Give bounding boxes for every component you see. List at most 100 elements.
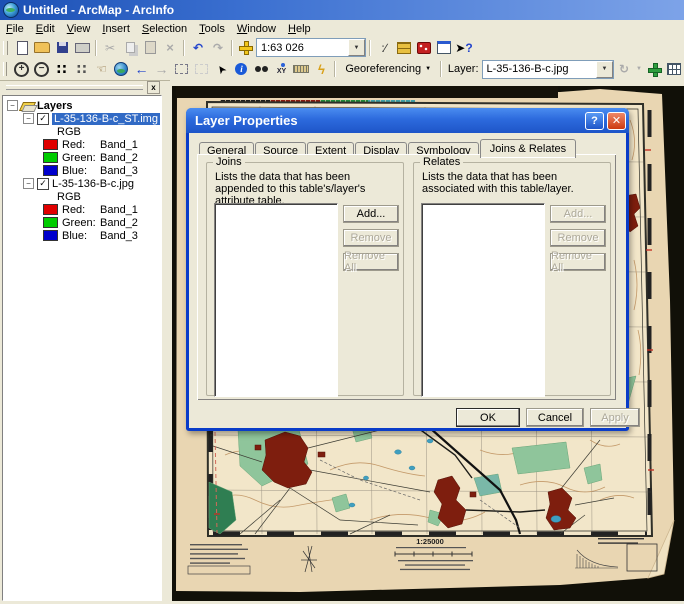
pan-button[interactable]: ☜ [91,60,111,78]
menu-selection[interactable]: Selection [136,22,193,36]
clear-selection-icon [195,64,208,74]
scan-black-band-top [176,86,558,98]
new-document-button[interactable] [12,39,32,57]
toolbar-grip[interactable] [3,41,8,55]
menu-help[interactable]: Help [282,22,317,36]
fixed-zoom-in-button[interactable]: ∷ [51,60,71,78]
pan-hand-icon: ☜ [96,62,107,76]
cut-button[interactable]: ✂ [100,39,120,57]
collapse-icon[interactable]: − [7,100,18,111]
go-to-xy-icon: XY [277,64,286,75]
dialog-titlebar[interactable]: Layer Properties ? ✕ [186,108,629,133]
collapse-icon[interactable]: − [23,113,34,124]
zoom-in-button[interactable]: + [11,60,31,78]
menu-insert[interactable]: Insert [96,22,136,36]
menu-window[interactable]: Window [231,22,282,36]
toc-layer-name[interactable]: L-35-136-B-c.jpg [52,178,134,190]
joins-remove-all-button[interactable]: Remove All [343,253,399,271]
layers-stack-icon [21,101,34,111]
select-features-button[interactable] [171,60,191,78]
relates-group-label: Relates [420,156,463,168]
band-label: Blue: [62,230,100,242]
toc-layer-row[interactable]: − ✓ L-35-136-B-c.jpg [7,177,161,190]
go-back-extent-button[interactable]: ← [131,60,151,78]
relates-listbox[interactable] [421,203,545,397]
separator [183,40,185,56]
open-button[interactable] [32,39,52,57]
apply-button[interactable]: Apply [590,408,640,427]
joins-remove-button[interactable]: Remove [343,229,399,247]
layer-visibility-checkbox[interactable]: ✓ [37,178,49,190]
menu-file[interactable]: File [0,22,30,36]
editor-toolbar-button[interactable]: :∕ [374,39,394,57]
dialog-close-button[interactable]: ✕ [607,112,626,130]
separator [334,61,336,77]
joins-add-button[interactable]: Add... [343,205,399,223]
dialog-help-button[interactable]: ? [585,112,604,130]
view-link-table-button[interactable] [664,60,684,78]
toc-drag-handle[interactable] [6,85,143,90]
toc-band-row: Red: Band_1 [7,138,161,151]
band-value: Band_3 [100,165,138,177]
relates-remove-all-button[interactable]: Remove All [550,253,606,271]
measure-button[interactable] [291,60,311,78]
undo-button[interactable]: ↶ [188,39,208,57]
add-data-button[interactable] [236,39,256,57]
rotate-button[interactable]: ↻ [614,60,634,78]
fixed-zoom-out-button[interactable]: ∷ [71,60,91,78]
paste-icon [145,41,156,54]
menu-tools[interactable]: Tools [193,22,231,36]
delete-button[interactable]: × [160,39,180,57]
menu-edit[interactable]: Edit [30,22,61,36]
layer-visibility-checkbox[interactable]: ✓ [37,113,49,125]
map-scale-combobox[interactable]: 1:63 026 ▼ [256,38,366,57]
georeferencing-menu-button[interactable]: Georeferencing ▼ [339,62,437,76]
find-button[interactable] [251,60,271,78]
rotate-dropdown[interactable]: ▼ [634,60,644,78]
hyperlink-button[interactable]: ϟ [311,60,331,78]
identify-button[interactable]: i [231,60,251,78]
select-elements-button[interactable]: ➤ [211,60,231,78]
save-button[interactable] [52,39,72,57]
clear-selection-button[interactable] [191,60,211,78]
arccatalog-button[interactable] [394,39,414,57]
red-band-swatch [43,139,58,150]
toolbar-grip[interactable] [3,62,7,76]
arccatalog-icon [397,42,411,54]
chevron-down-icon[interactable]: ▼ [348,39,365,56]
toc-root-row[interactable]: − Layers [7,99,161,112]
ok-button[interactable]: OK [456,408,520,427]
zoom-out-button[interactable]: − [31,60,51,78]
zoom-out-icon: − [34,62,49,77]
green-band-swatch [43,217,58,228]
command-window-icon [437,41,451,54]
app-titlebar: Untitled - ArcMap - ArcInfo [0,0,684,20]
toc-close-button[interactable]: x [147,81,160,94]
add-data-icon [239,41,253,55]
arctoolbox-button[interactable] [414,39,434,57]
relates-add-button[interactable]: Add... [550,205,606,223]
toc-layer-name[interactable]: L-35-136-B-c_ST.img [52,113,160,125]
toc-layer-row[interactable]: − ✓ L-35-136-B-c_ST.img [7,112,161,125]
print-button[interactable] [72,39,92,57]
go-forward-extent-button[interactable]: → [151,60,171,78]
go-to-xy-button[interactable]: XY [271,60,291,78]
copy-button[interactable] [120,39,140,57]
add-control-points-button[interactable] [644,60,664,78]
cancel-button[interactable]: Cancel [526,408,584,427]
chevron-down-icon[interactable]: ▼ [596,61,613,78]
redo-button[interactable]: ↷ [208,39,228,57]
whats-this-button[interactable]: ➤? [454,39,474,57]
toc-root-label: Layers [37,100,72,112]
full-extent-button[interactable] [111,60,131,78]
command-window-button[interactable] [434,39,454,57]
collapse-icon[interactable]: − [23,178,34,189]
tab-joins-relates[interactable]: Joins & Relates [480,139,576,158]
georef-layer-combobox[interactable]: L-35-136-B-c.jpg ▼ [482,60,615,79]
standard-toolbar: ✂ × ↶ ↷ 1:63 026 ▼ :∕ ➤? [0,37,684,59]
paste-button[interactable] [140,39,160,57]
relates-remove-button[interactable]: Remove [550,229,606,247]
toc-renderer-row: RGB [7,190,161,203]
joins-listbox[interactable] [214,203,338,397]
menu-view[interactable]: View [61,22,97,36]
